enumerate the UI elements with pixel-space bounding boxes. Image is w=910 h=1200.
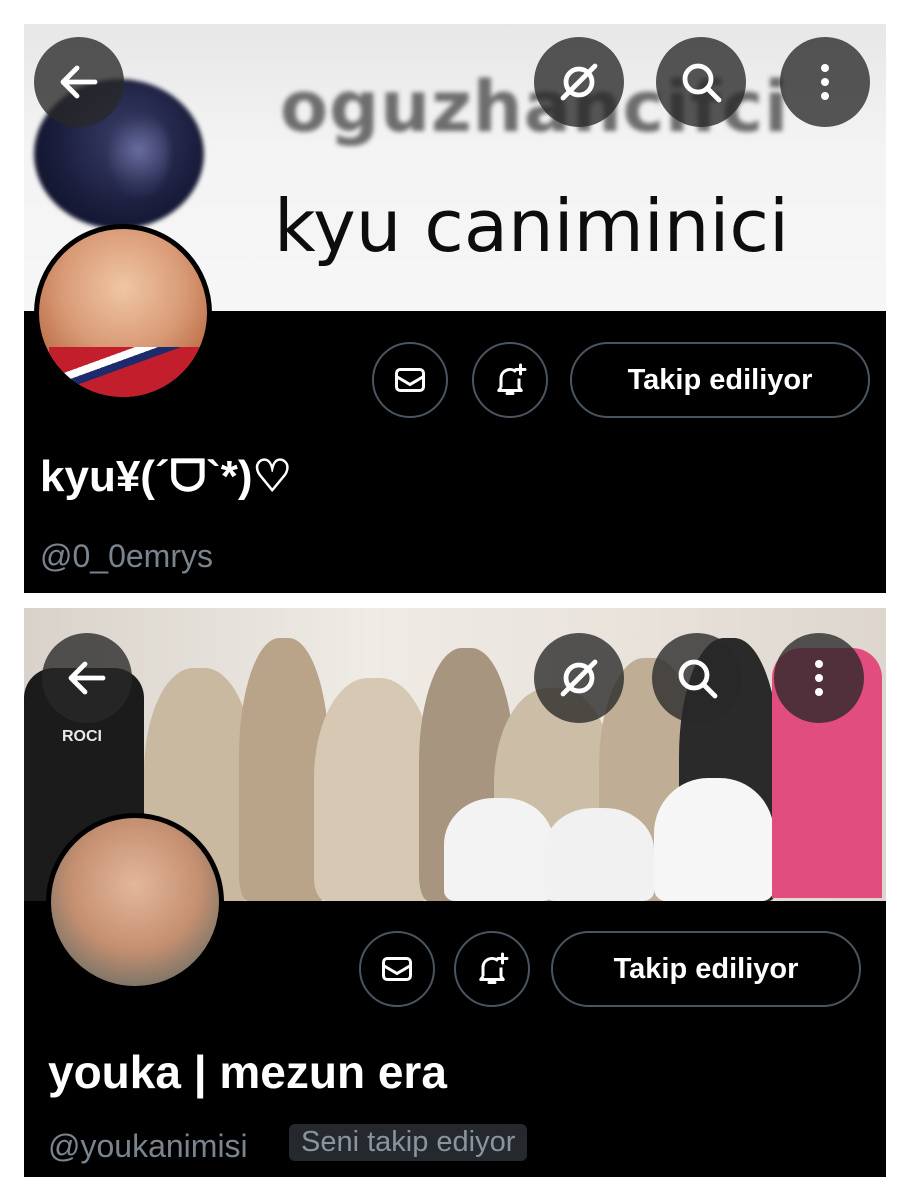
search-button[interactable] xyxy=(652,633,742,723)
notify-button[interactable] xyxy=(454,931,530,1007)
avatar[interactable] xyxy=(34,224,212,402)
grok-icon xyxy=(560,659,598,697)
search-button[interactable] xyxy=(656,37,746,127)
notify-button[interactable] xyxy=(472,342,548,418)
grok-button[interactable] xyxy=(534,633,624,723)
mail-icon xyxy=(382,957,412,981)
search-icon xyxy=(682,63,722,103)
following-button[interactable]: Takip ediliyor xyxy=(551,931,861,1007)
handle: @youkanimisi xyxy=(48,1128,248,1164)
more-vertical-icon xyxy=(821,64,829,100)
blurred-face xyxy=(109,114,169,194)
grok-icon xyxy=(560,63,598,101)
profile-panel-2: ROCI Takip ediliyor youka | mezun era @y… xyxy=(24,608,886,1177)
following-button[interactable]: Takip ediliyor xyxy=(570,342,870,418)
bell-plus-icon xyxy=(497,363,527,395)
follows-you-badge: Seni takip ediyor xyxy=(289,1124,528,1161)
back-button[interactable] xyxy=(34,37,124,127)
bell-plus-icon xyxy=(479,952,509,984)
arrow-left-icon xyxy=(68,661,106,695)
banner-headline: kyu caniminici xyxy=(274,184,789,268)
message-button[interactable] xyxy=(359,931,435,1007)
shirt-text: ROCI xyxy=(62,728,102,745)
more-vertical-icon xyxy=(815,660,823,696)
more-button[interactable] xyxy=(774,633,864,723)
handle: @0_0emrys xyxy=(40,538,213,574)
more-button[interactable] xyxy=(780,37,870,127)
back-button[interactable] xyxy=(42,633,132,723)
profile-panel-1: oguzhancifci kyu caniminici Takip ediliy… xyxy=(24,24,886,593)
display-name: kyu¥(´ᗜ`*)♡ xyxy=(40,452,292,501)
mail-icon xyxy=(395,368,425,392)
grok-button[interactable] xyxy=(534,37,624,127)
search-icon xyxy=(678,659,718,699)
message-button[interactable] xyxy=(372,342,448,418)
arrow-left-icon xyxy=(60,65,98,99)
avatar[interactable] xyxy=(46,813,224,991)
avatar-collar xyxy=(49,347,199,397)
display-name: youka | mezun era xyxy=(48,1046,447,1098)
